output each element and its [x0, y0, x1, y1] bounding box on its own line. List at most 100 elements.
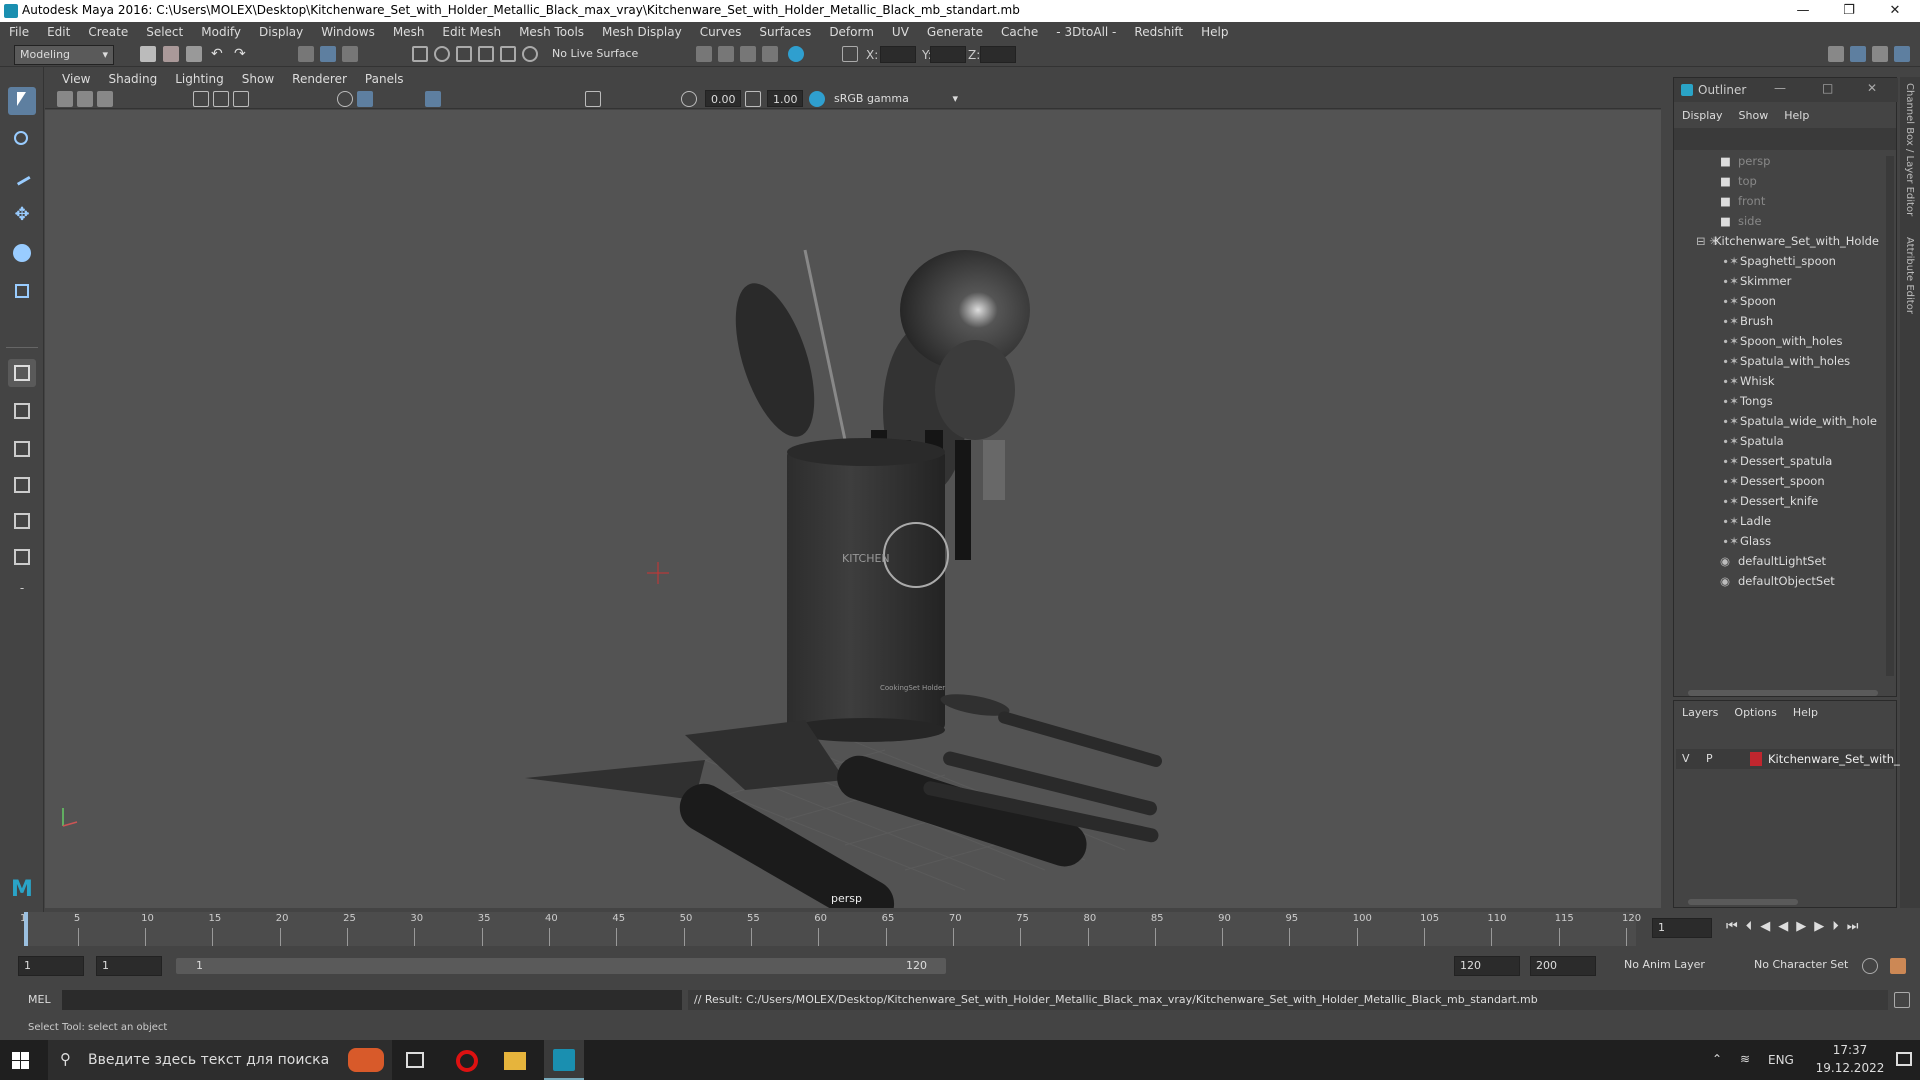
outliner-search-field[interactable]	[1674, 128, 1896, 150]
exposure-field[interactable]: 0.00	[705, 90, 741, 107]
y-field[interactable]	[930, 46, 966, 63]
perspective-viewport[interactable]: KITCHEN CookingSet Holder persp	[45, 110, 1661, 908]
menu-item[interactable]: Cache	[992, 22, 1047, 39]
start-frame-field[interactable]: 1	[18, 956, 84, 976]
tray-time[interactable]: 17:37	[1820, 1043, 1880, 1057]
select-tool-icon[interactable]	[8, 87, 36, 115]
outliner-item[interactable]: ∙✶Spatula_with_holes	[1722, 354, 1884, 374]
panel-menu-item[interactable]: Shading	[99, 69, 166, 86]
redshift-render-icon[interactable]	[788, 46, 804, 62]
wireframe-icon[interactable]	[337, 91, 353, 107]
menu-item[interactable]: UV	[883, 22, 918, 39]
persp-outliner-layout-icon[interactable]	[8, 435, 36, 463]
current-frame-field[interactable]: 1	[1652, 918, 1712, 938]
range-end-field[interactable]: 120	[1454, 956, 1520, 976]
menu-item[interactable]: Redshift	[1125, 22, 1192, 39]
open-scene-icon[interactable]	[163, 46, 179, 62]
menu-item[interactable]: Surfaces	[750, 22, 820, 39]
layers-menu-item[interactable]: Layers	[1674, 706, 1718, 719]
tray-network-icon[interactable]: ≋	[1740, 1052, 1750, 1066]
outliner-item[interactable]: ⊟ ✳Kitchenware_Set_with_Holde	[1696, 234, 1884, 254]
undo-icon[interactable]: ↶	[211, 46, 227, 62]
layer-color-swatch[interactable]	[1750, 752, 1762, 766]
hypershade-layout-icon[interactable]	[8, 507, 36, 535]
menu-item[interactable]: - 3DtoAll -	[1047, 22, 1125, 39]
layer-playback[interactable]: P	[1706, 752, 1713, 765]
outliner-item[interactable]: ∙✶Tongs	[1722, 394, 1884, 414]
outliner-menu-item[interactable]: Help	[1776, 109, 1809, 122]
windows-start-icon[interactable]	[12, 1052, 29, 1069]
step-forward-key-icon[interactable]: ▶	[1814, 919, 1832, 934]
scale-tool-icon[interactable]	[8, 277, 36, 305]
script-language-label[interactable]: MEL	[28, 993, 51, 1006]
menu-item[interactable]: File	[0, 22, 38, 39]
bookmark-icon[interactable]	[97, 91, 113, 107]
outliner-item[interactable]: ∙✶Glass	[1722, 534, 1884, 554]
outliner-menu-item[interactable]: Show	[1731, 109, 1769, 122]
camera-icon[interactable]	[57, 91, 73, 107]
outliner-item[interactable]: ■ side	[1720, 214, 1884, 234]
outliner-item[interactable]: ∙✶Ladle	[1722, 514, 1884, 534]
outliner-item[interactable]: ∙✶Spoon_with_holes	[1722, 334, 1884, 354]
layers-menu-item[interactable]: Options	[1726, 706, 1776, 719]
outliner-vscrollbar[interactable]	[1886, 156, 1894, 676]
maya-taskbar-icon[interactable]	[544, 1040, 584, 1080]
snap-curve-icon[interactable]	[434, 46, 450, 62]
menu-item[interactable]: Help	[1192, 22, 1237, 39]
smooth-shade-icon[interactable]	[357, 91, 373, 107]
menu-item[interactable]: Create	[79, 22, 137, 39]
render-settings-icon[interactable]	[740, 46, 756, 62]
exposure-icon[interactable]	[681, 91, 697, 107]
paint-select-icon[interactable]	[8, 163, 36, 191]
attribute-editor-toggle-icon[interactable]	[1872, 46, 1888, 62]
gamma-icon[interactable]	[745, 91, 761, 107]
tray-chevron-icon[interactable]: ⌃	[1712, 1052, 1722, 1066]
range-start-field[interactable]: 1	[96, 956, 162, 976]
menu-item[interactable]: Mesh Display	[593, 22, 691, 39]
opera-icon[interactable]	[456, 1050, 478, 1072]
tray-language[interactable]: ENG	[1768, 1053, 1794, 1067]
isolate-select-icon[interactable]	[585, 91, 601, 107]
render-current-icon[interactable]	[696, 46, 712, 62]
more-layouts-icon[interactable]: -	[8, 581, 36, 609]
select-object-icon[interactable]	[320, 46, 336, 62]
close-button[interactable]: ✕	[1872, 0, 1918, 22]
outliner-item[interactable]: ∙✶Spoon	[1722, 294, 1884, 314]
go-to-end-icon[interactable]: ⏭	[1847, 919, 1867, 934]
menu-item[interactable]: Generate	[918, 22, 992, 39]
step-back-icon[interactable]: ⏴	[1746, 919, 1761, 934]
move-tool-icon[interactable]: ✥	[8, 201, 36, 229]
z-field[interactable]	[980, 46, 1016, 63]
script-editor-icon[interactable]	[1894, 992, 1910, 1008]
tray-date[interactable]: 19.12.2022	[1804, 1061, 1896, 1075]
layer-visibility[interactable]: V	[1682, 752, 1690, 765]
layers-hscrollbar[interactable]	[1688, 899, 1798, 905]
snap-point-icon[interactable]	[456, 46, 472, 62]
outliner-item[interactable]: ∙✶Spatula	[1722, 434, 1884, 454]
play-forward-icon[interactable]: ▶	[1796, 919, 1814, 934]
menu-item[interactable]: Edit Mesh	[433, 22, 510, 39]
lasso-tool-icon[interactable]	[8, 125, 36, 153]
menu-item[interactable]: Windows	[312, 22, 384, 39]
resolution-gate-icon[interactable]	[233, 91, 249, 107]
panel-menu-item[interactable]: Lighting	[166, 69, 233, 86]
menu-item[interactable]: Display	[250, 22, 312, 39]
file-explorer-icon[interactable]	[504, 1052, 526, 1070]
menu-item[interactable]: Mesh Tools	[510, 22, 593, 39]
rotate-tool-icon[interactable]	[8, 239, 36, 267]
live-surface-field[interactable]: No Live Surface	[552, 47, 648, 63]
outliner-item[interactable]: ∙✶Dessert_knife	[1722, 494, 1884, 514]
command-input[interactable]	[62, 990, 682, 1010]
new-scene-icon[interactable]	[140, 46, 156, 62]
outliner-item[interactable]: ■ front	[1720, 194, 1884, 214]
film-gate-icon[interactable]	[213, 91, 229, 107]
layers-menu-item[interactable]: Help	[1785, 706, 1818, 719]
outliner-item[interactable]: ◉ defaultLightSet	[1720, 554, 1884, 574]
render-ipr-icon[interactable]	[718, 46, 734, 62]
menu-item[interactable]: Mesh	[384, 22, 434, 39]
select-component-icon[interactable]	[342, 46, 358, 62]
single-perspective-layout-icon[interactable]	[8, 359, 36, 387]
outliner-hscrollbar[interactable]	[1688, 690, 1878, 696]
color-space-dropdown[interactable]: sRGB gamma ▾	[829, 90, 963, 107]
minimize-button[interactable]: —	[1780, 0, 1826, 22]
